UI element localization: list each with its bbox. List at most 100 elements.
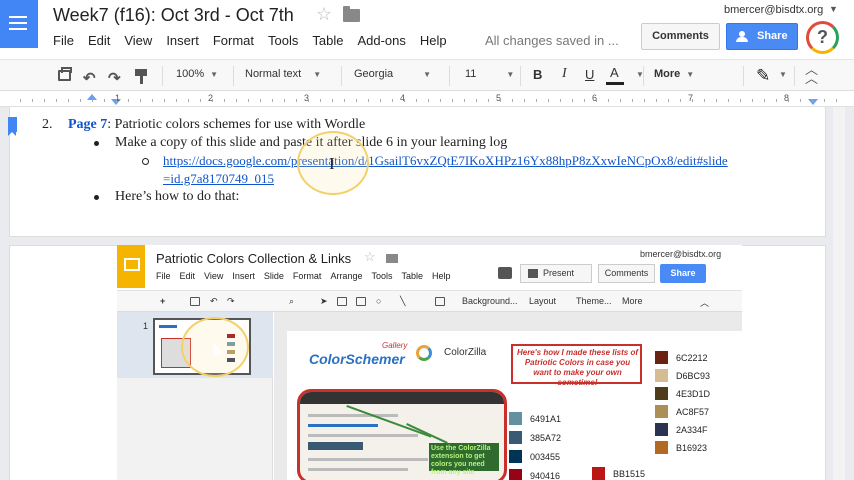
menu-tools[interactable]: Tools (268, 33, 298, 48)
menu-addons[interactable]: Add-ons (357, 33, 405, 48)
ruler-tick (632, 99, 633, 102)
underline-button[interactable]: U (585, 67, 594, 83)
star-icon: ☆ (364, 249, 376, 264)
folder-icon[interactable] (343, 6, 360, 22)
ruler-tick (44, 99, 45, 102)
presentation-link-continued[interactable]: =id.g7a8170749_015 (163, 171, 274, 187)
text-color-button[interactable]: A (610, 65, 619, 81)
embedded-menu-item: Tools (371, 271, 393, 281)
note-text: Here's how I made these lists of Patriot… (516, 348, 639, 387)
menu-table[interactable]: Table (312, 33, 343, 48)
collapse-icon: ︿ (700, 298, 710, 308)
user-email[interactable]: bmercer@bisdtx.org (724, 4, 823, 16)
chevron-down-icon[interactable]: ▼ (829, 4, 838, 14)
embedded-menu-item: Help (432, 271, 451, 281)
ruler-tick (404, 99, 405, 102)
star-icon[interactable]: ☆ (316, 4, 332, 25)
embedded-slide: Gallery ColorSchemer ColorZilla Here's h… (287, 331, 742, 480)
ruler-tick (488, 99, 489, 102)
embedded-menu-item: Table (401, 271, 423, 281)
share-label: Share (757, 30, 788, 42)
color-swatch (655, 369, 668, 382)
ruler[interactable]: 1 2 3 4 5 6 7 8 (0, 91, 854, 107)
color-hex: B16923 (676, 443, 708, 453)
ruler-tick (356, 99, 357, 102)
ruler-tick (620, 99, 621, 102)
collapse-icon[interactable]: ︿ ︿ (805, 63, 818, 85)
ruler-tick (476, 99, 477, 102)
comments-button[interactable]: Comments (641, 23, 720, 50)
italic-button[interactable]: I (562, 66, 567, 82)
ruler-tick (104, 99, 105, 102)
print-icon[interactable] (58, 67, 72, 81)
ruler-tick (116, 99, 117, 102)
embedded-title: Patriotic Colors Collection & Links (156, 251, 352, 266)
menu-insert[interactable]: Insert (166, 33, 199, 48)
pen-icon[interactable]: ✎ (756, 66, 770, 86)
ruler-tick (164, 99, 165, 102)
embedded-background-button: Background... (462, 296, 518, 306)
presentation-link[interactable]: https://docs.google.com/presentation/d/1… (163, 153, 728, 169)
comment-icon (435, 297, 445, 306)
embedded-user-email: bmercer@bisdtx.org (640, 249, 722, 259)
ruler-tick (716, 99, 717, 102)
style-select[interactable]: Normal text ▼ (245, 68, 321, 84)
docs-icon[interactable] (0, 0, 38, 48)
ruler-tick (236, 99, 237, 102)
bullet (94, 195, 99, 200)
redo-icon: ↷ (227, 296, 235, 306)
menu-help[interactable]: Help (420, 33, 447, 48)
menu-format[interactable]: Format (213, 33, 254, 48)
ruler-right-margin-marker[interactable] (808, 99, 818, 105)
embedded-slides-screenshot: Patriotic Colors Collection & Links ☆ bm… (117, 245, 742, 480)
bold-button[interactable]: B (533, 67, 542, 83)
page7-link[interactable]: Page 7 (68, 117, 107, 132)
paint-format-icon[interactable] (135, 69, 147, 84)
ruler-tick (584, 99, 585, 102)
menu-edit[interactable]: Edit (88, 33, 110, 48)
font-select[interactable]: Georgia ▼ (354, 68, 431, 84)
ruler-tick (140, 99, 141, 102)
colorzilla-icon (416, 345, 432, 361)
text-color-caret[interactable]: ▼ (630, 68, 644, 84)
ruler-tick (752, 99, 753, 102)
ruler-tick (692, 99, 693, 102)
ruler-tick (440, 99, 441, 102)
save-status[interactable]: All changes saved in ... (485, 33, 619, 48)
add-icon: + (160, 296, 166, 306)
app-header: Week7 (f16): Oct 3rd - Oct 7th ☆ File Ed… (0, 0, 854, 59)
bookmark-icon[interactable] (8, 117, 17, 136)
font-size-select[interactable]: 11 ▼ (465, 68, 514, 84)
list-number: 2. (42, 117, 53, 132)
comment-icon (498, 267, 512, 279)
ruler-tick (332, 99, 333, 102)
zoom-select[interactable]: 100% ▼ (176, 68, 218, 84)
scrollbar[interactable] (833, 107, 845, 480)
document-title[interactable]: Week7 (f16): Oct 3rd - Oct 7th (53, 5, 294, 26)
menu-file[interactable]: File (53, 33, 74, 48)
embedded-toolbar: + ↶ ↷ ⌕ ➤ ○ ╲ Background... Layout Theme… (117, 290, 742, 312)
color-swatch (509, 412, 522, 425)
ruler-tick (728, 99, 729, 102)
ruler-tick (380, 99, 381, 102)
redo-icon[interactable]: ↷ (108, 69, 121, 87)
zoom-icon: ⌕ (289, 296, 295, 306)
embedded-menu-bar: File Edit View Insert Slide Format Arran… (156, 271, 460, 281)
color-hex: D6BC93 (676, 371, 711, 381)
ruler-tick (188, 99, 189, 102)
ruler-tick (92, 99, 93, 102)
share-button[interactable]: Share (726, 23, 798, 50)
undo-icon[interactable]: ↶ (83, 69, 96, 87)
color-hex: 003455 (530, 452, 561, 462)
help-icon[interactable]: ? (806, 21, 839, 54)
embedded-share-button: Share (660, 264, 706, 283)
ruler-tick (152, 99, 153, 102)
more-button[interactable]: More ▼ (654, 68, 694, 84)
editing-mode-caret[interactable]: ▼ (773, 68, 787, 84)
ruler-tick (596, 99, 597, 102)
menu-view[interactable]: View (124, 33, 152, 48)
pointer-arrow-icon: ➤ (320, 296, 328, 306)
color-hex: 4E3D1D (676, 389, 711, 399)
embedded-more-button: More (622, 296, 643, 306)
ruler-tick (812, 99, 813, 102)
